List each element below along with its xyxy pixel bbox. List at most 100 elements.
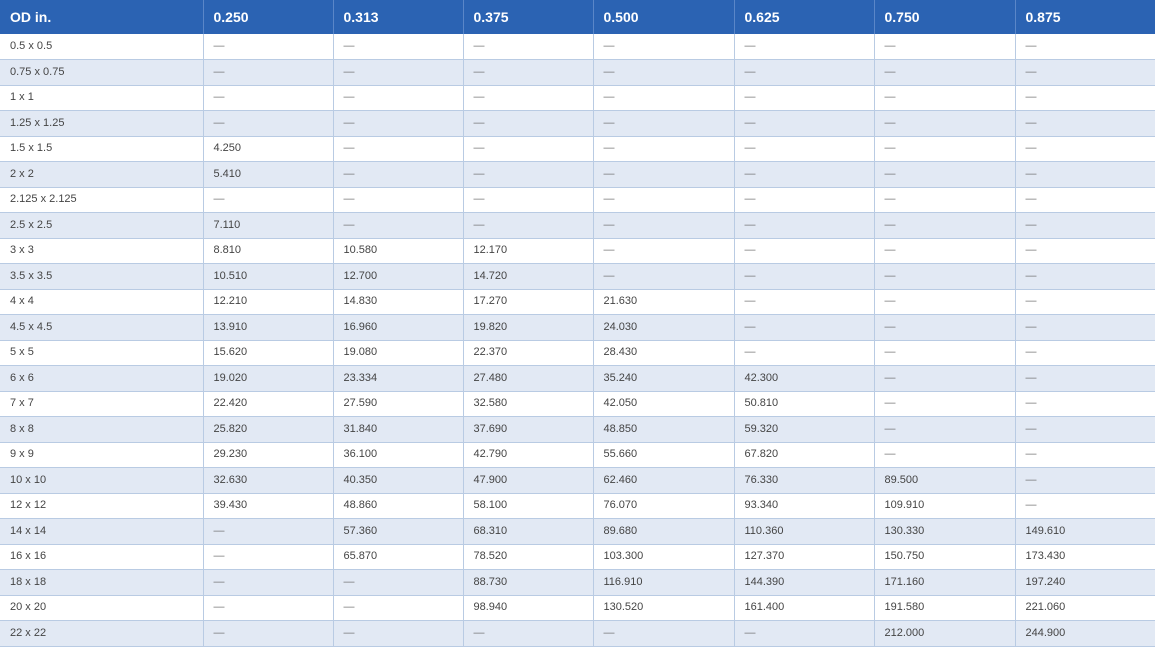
table-cell: —: [1015, 391, 1155, 417]
table-cell: 40.350: [333, 467, 464, 494]
table-cell: —: [734, 85, 875, 111]
table-cell: 19.080: [333, 340, 464, 366]
row-label-od: 22 x 22: [0, 620, 204, 647]
table-cell: 57.360: [333, 518, 464, 545]
table-cell: 50.810: [734, 391, 875, 417]
column-header-thickness: 0.875: [1015, 0, 1155, 34]
table-cell: 21.630: [593, 289, 735, 315]
table-row: 16 x 16—65.870 78.520 103.300 127.370 150.75…: [0, 544, 1155, 570]
table-cell: —: [463, 59, 594, 86]
table-cell: 32.630: [203, 467, 334, 494]
table-cell: —: [874, 161, 1016, 188]
table-cell: 149.610: [1015, 518, 1155, 545]
column-header-od: OD in.: [0, 0, 204, 34]
row-label-od: 2.5 x 2.5: [0, 212, 204, 239]
table-cell: 47.900: [463, 467, 594, 494]
table-cell: —: [734, 110, 875, 137]
table-cell: 36.100: [333, 442, 464, 468]
table-cell: —: [874, 442, 1016, 468]
table-cell: —: [463, 34, 594, 60]
table-cell: 197.240: [1015, 569, 1155, 596]
table-row: 20 x 20— —98.940 130.520 161.400 191.580 221.…: [0, 595, 1155, 621]
row-label-od: 6 x 6: [0, 365, 204, 392]
table-cell: —: [203, 595, 334, 621]
column-header-thickness: 0.625: [734, 0, 875, 34]
column-header-thickness: 0.250: [203, 0, 334, 34]
table-cell: —: [203, 518, 334, 545]
table-cell: —: [463, 212, 594, 239]
table-cell: —: [203, 569, 334, 596]
table-cell: —: [874, 314, 1016, 341]
row-label-od: 3.5 x 3.5: [0, 263, 204, 290]
row-label-od: 12 x 12: [0, 493, 204, 519]
table-cell: 67.820: [734, 442, 875, 468]
table-cell: —: [203, 620, 334, 647]
table-cell: 4.250: [203, 136, 334, 162]
table-cell: —: [874, 340, 1016, 366]
table-cell: 244.900: [1015, 620, 1155, 647]
table-row: 1.5 x 1.5 4.250— — — — — —: [0, 136, 1155, 162]
table-cell: —: [203, 34, 334, 60]
table-cell: —: [333, 34, 464, 60]
header-row: OD in. 0.250 0.313 0.375 0.500 0.625 0.750 0.87…: [0, 0, 1155, 34]
row-label-od: 3 x 3: [0, 238, 204, 264]
table-cell: 10.580: [333, 238, 464, 264]
table-cell: 48.860: [333, 493, 464, 519]
table-row: 7 x 7 22.420 27.590 32.580 42.050 50.810— —: [0, 391, 1155, 417]
table-row: 22 x 22— — — — —212.000 244.900: [0, 620, 1155, 647]
row-label-od: 2 x 2: [0, 161, 204, 188]
table-row: 1 x 1— — — — — — —: [0, 85, 1155, 111]
table-cell: —: [1015, 467, 1155, 494]
table-row: 18 x 18— —88.730 116.910 144.390 171.160 197.…: [0, 569, 1155, 596]
table-cell: 76.330: [734, 467, 875, 494]
table-cell: 15.620: [203, 340, 334, 366]
row-label-od: 8 x 8: [0, 416, 204, 443]
table-row: 10 x 10 32.630 40.350 47.900 62.460 76.330 89.…: [0, 467, 1155, 494]
row-label-od: 10 x 10: [0, 467, 204, 494]
table-cell: —: [874, 263, 1016, 290]
table-cell: 14.830: [333, 289, 464, 315]
row-label-od: 0.5 x 0.5: [0, 34, 204, 60]
table-cell: 12.210: [203, 289, 334, 315]
table-cell: —: [734, 314, 875, 341]
table-cell: —: [874, 34, 1016, 60]
table-cell: —: [593, 212, 735, 239]
table-cell: —: [333, 136, 464, 162]
table-cell: 93.340: [734, 493, 875, 519]
table-cell: —: [203, 85, 334, 111]
table-cell: 12.170: [463, 238, 594, 264]
table-cell: 10.510: [203, 263, 334, 290]
table-cell: —: [734, 263, 875, 290]
table-cell: 14.720: [463, 263, 594, 290]
column-header-thickness: 0.750: [874, 0, 1016, 34]
table-cell: —: [734, 59, 875, 86]
table-row: 12 x 12 39.430 48.860 58.100 76.070 93.340 109…: [0, 493, 1155, 519]
table-cell: —: [203, 59, 334, 86]
table-cell: 17.270: [463, 289, 594, 315]
table-cell: 173.430: [1015, 544, 1155, 570]
table-cell: —: [1015, 59, 1155, 86]
table-cell: —: [333, 569, 464, 596]
column-header-thickness: 0.500: [593, 0, 735, 34]
table-cell: —: [463, 136, 594, 162]
table-cell: 5.410: [203, 161, 334, 188]
table-cell: 48.850: [593, 416, 735, 443]
row-label-od: 4.5 x 4.5: [0, 314, 204, 341]
table-row: 14 x 14—57.360 68.310 89.680 110.360 130.330…: [0, 518, 1155, 545]
table-cell: —: [1015, 365, 1155, 392]
table-cell: 8.810: [203, 238, 334, 264]
table-cell: —: [1015, 289, 1155, 315]
table-cell: —: [333, 161, 464, 188]
table-cell: —: [1015, 416, 1155, 443]
table-cell: —: [734, 289, 875, 315]
table-cell: 23.334: [333, 365, 464, 392]
table-cell: —: [333, 85, 464, 111]
table-cell: —: [203, 187, 334, 213]
table-cell: 39.430: [203, 493, 334, 519]
table-cell: —: [333, 595, 464, 621]
table-cell: 19.820: [463, 314, 594, 341]
table-cell: 35.240: [593, 365, 735, 392]
table-cell: —: [333, 59, 464, 86]
table-cell: —: [734, 187, 875, 213]
table-cell: —: [333, 110, 464, 137]
